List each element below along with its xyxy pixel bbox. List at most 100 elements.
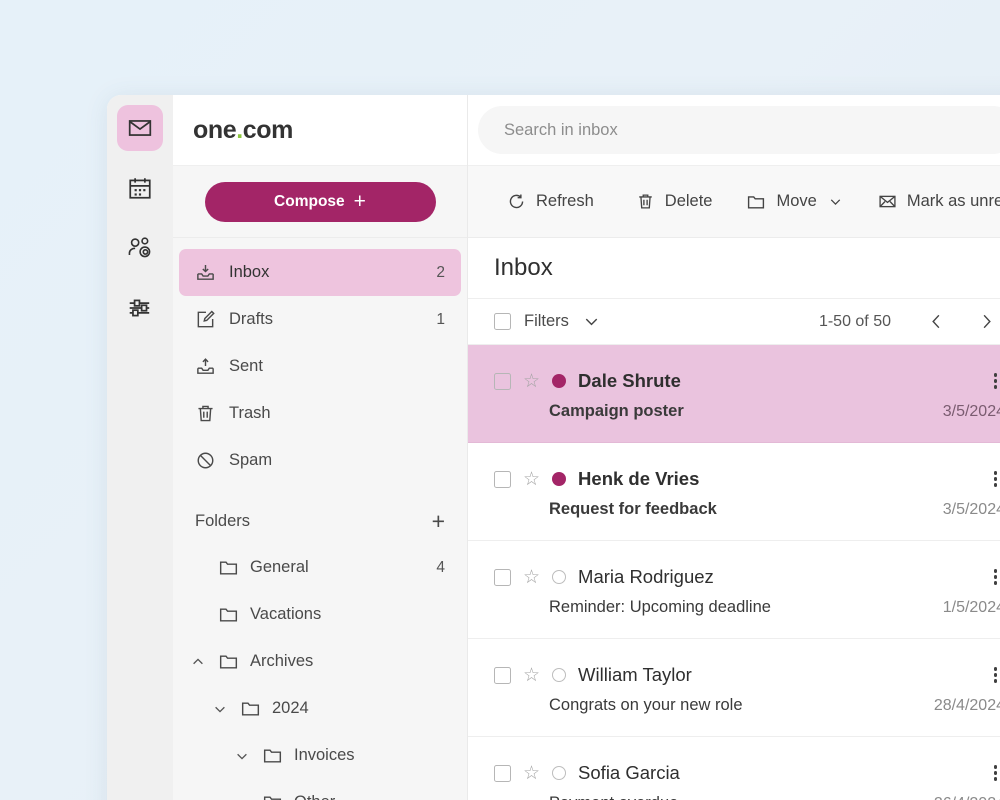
sidebar-item-spam[interactable]: Spam	[179, 437, 461, 484]
message-row[interactable]: ☆ William Taylor Congrats on your new role…	[468, 639, 1000, 737]
refresh-button[interactable]: Refresh	[490, 182, 611, 222]
message-menu-button[interactable]	[986, 371, 1000, 392]
sidebar-item-inbox[interactable]: Inbox 2	[179, 249, 461, 296]
message-row[interactable]: ☆ Henk de Vries Request for feedback 3/5/20…	[468, 443, 1000, 541]
folder-icon	[262, 792, 283, 800]
system-folder-list: Inbox 2 Drafts 1 Sent Trash Spam	[173, 249, 467, 484]
rail-item-settings[interactable]	[117, 285, 163, 331]
star-icon[interactable]: ☆	[523, 666, 540, 685]
delete-button[interactable]: Delete	[619, 182, 730, 222]
read-dot-icon[interactable]	[552, 668, 567, 682]
brand-suffix: com	[242, 115, 294, 144]
folder-scroll[interactable]: Inbox 2 Drafts 1 Sent Trash Spam Folders + Gen…	[173, 238, 467, 800]
message-row[interactable]: ☆ Sofia Garcia Payment overdue26/4/2024	[468, 737, 1000, 800]
message-menu-button[interactable]	[986, 567, 1000, 588]
message-sender: Sofia Garcia	[578, 762, 680, 783]
sidebar-item-label: Spam	[229, 451, 273, 469]
message-list-panel: Inbox Filters 1-50 of 50 ☆ Dale Shrute C…	[468, 238, 1000, 800]
brand-name: one	[193, 115, 237, 144]
message-row-top: ☆ Henk de Vries	[494, 464, 1000, 494]
message-checkbox[interactable]	[494, 470, 511, 488]
folder-tree-item-invoices[interactable]: Invoices	[179, 732, 461, 779]
folder-tree-item-vacations[interactable]: Vacations	[179, 591, 461, 638]
sidebar-item-sent[interactable]: Sent	[179, 343, 461, 390]
folder-tree-item-archives[interactable]: Archives	[179, 638, 461, 685]
unread-dot-icon[interactable]	[552, 374, 567, 388]
sidebar-item-label: Sent	[229, 357, 263, 375]
message-row[interactable]: ☆ Maria Rodriguez Reminder: Upcoming deadl…	[468, 541, 1000, 639]
envelope-icon	[878, 192, 897, 211]
chevron-down-icon[interactable]	[211, 702, 229, 716]
message-row-top: ☆ Sofia Garcia	[494, 758, 1000, 788]
message-menu-button[interactable]	[986, 763, 1000, 784]
folders-section-header: Folders +	[179, 498, 461, 544]
chevron-down-icon[interactable]	[233, 749, 251, 763]
chevron-up-icon[interactable]	[189, 655, 207, 669]
message-checkbox[interactable]	[494, 764, 511, 782]
contacts-icon	[126, 234, 154, 262]
mark-unread-button[interactable]: Mark as unread	[861, 182, 1000, 222]
star-icon[interactable]: ☆	[523, 568, 540, 587]
brand-logo: one.com	[193, 116, 293, 145]
sidebar-item-drafts[interactable]: Drafts 1	[179, 296, 461, 343]
rail-item-calendar[interactable]	[117, 165, 163, 211]
unread-dot-icon[interactable]	[552, 472, 567, 486]
next-page-button[interactable]	[968, 308, 1000, 335]
compose-area: Compose +	[173, 166, 467, 238]
list-subbar: Filters 1-50 of 50	[468, 298, 1000, 345]
sidebar-item-label: Inbox	[229, 263, 270, 281]
message-menu-button[interactable]	[986, 665, 1000, 686]
compose-button[interactable]: Compose +	[204, 181, 436, 222]
folders-section-title: Folders	[195, 511, 251, 530]
trash-icon	[195, 403, 216, 424]
select-all-checkbox[interactable]	[494, 313, 511, 330]
star-icon[interactable]: ☆	[523, 764, 540, 783]
refresh-label: Refresh	[536, 192, 594, 210]
message-row-top: ☆ Dale Shrute	[494, 366, 1000, 396]
add-folder-button[interactable]: +	[432, 509, 445, 533]
mail-sidebar: one.com Compose + Inbox 2 Drafts 1 Sent Trash…	[173, 95, 468, 800]
message-checkbox[interactable]	[494, 666, 511, 684]
star-icon[interactable]: ☆	[523, 372, 540, 391]
search-input[interactable]	[478, 106, 1000, 154]
message-menu-button[interactable]	[986, 469, 1000, 490]
plus-icon: +	[353, 190, 366, 213]
read-dot-icon[interactable]	[552, 766, 567, 780]
folder-icon	[746, 192, 766, 212]
folder-tree-item-label: Archives	[250, 652, 314, 670]
message-date: 3/5/2024	[942, 402, 1000, 420]
folder-tree-item-general[interactable]: General 4	[179, 544, 461, 591]
filters-chevron-down-icon[interactable]	[582, 312, 601, 331]
message-checkbox[interactable]	[494, 568, 511, 586]
message-row[interactable]: ☆ Dale Shrute Campaign poster 3/5/2024	[468, 345, 1000, 443]
message-subject: Campaign poster	[549, 402, 684, 420]
folder-icon	[240, 698, 261, 719]
message-subject: Request for feedback	[549, 500, 717, 518]
search-bar	[468, 95, 1000, 166]
read-dot-icon[interactable]	[552, 570, 567, 584]
mail-app-window: one.com Compose + Inbox 2 Drafts 1 Sent Trash…	[107, 95, 1000, 800]
chevron-down-icon	[827, 193, 844, 210]
message-row-bottom: Congrats on your new role 28/4/2024	[494, 696, 1000, 715]
star-icon[interactable]: ☆	[523, 470, 540, 489]
sidebar-item-count: 1	[436, 310, 445, 328]
rail-item-contacts[interactable]	[117, 225, 163, 271]
message-date: 28/4/2024	[933, 696, 1000, 714]
folder-tree-item-2024[interactable]: 2024	[179, 685, 461, 732]
message-sender: Dale Shrute	[578, 370, 681, 391]
refresh-icon	[507, 192, 526, 211]
filters-label[interactable]: Filters	[524, 312, 569, 331]
folder-tree-item-other[interactable]: Other	[179, 779, 461, 800]
sidebar-item-trash[interactable]: Trash	[179, 390, 461, 437]
rail-item-mail[interactable]	[117, 105, 163, 151]
folder-tree-item-label: General	[250, 558, 309, 576]
chevron-down-icon[interactable]	[233, 796, 251, 800]
custom-folder-tree: General 4 Vacations Archives 2024 Invoices Oth…	[173, 544, 467, 800]
folder-tree-item-label: Vacations	[250, 605, 322, 623]
message-subject: Payment overdue	[549, 794, 934, 800]
move-button[interactable]: Move	[729, 182, 860, 222]
message-checkbox[interactable]	[494, 372, 511, 390]
app-rail	[107, 95, 173, 800]
prev-page-button[interactable]	[918, 308, 955, 335]
inbox-icon	[195, 262, 216, 283]
